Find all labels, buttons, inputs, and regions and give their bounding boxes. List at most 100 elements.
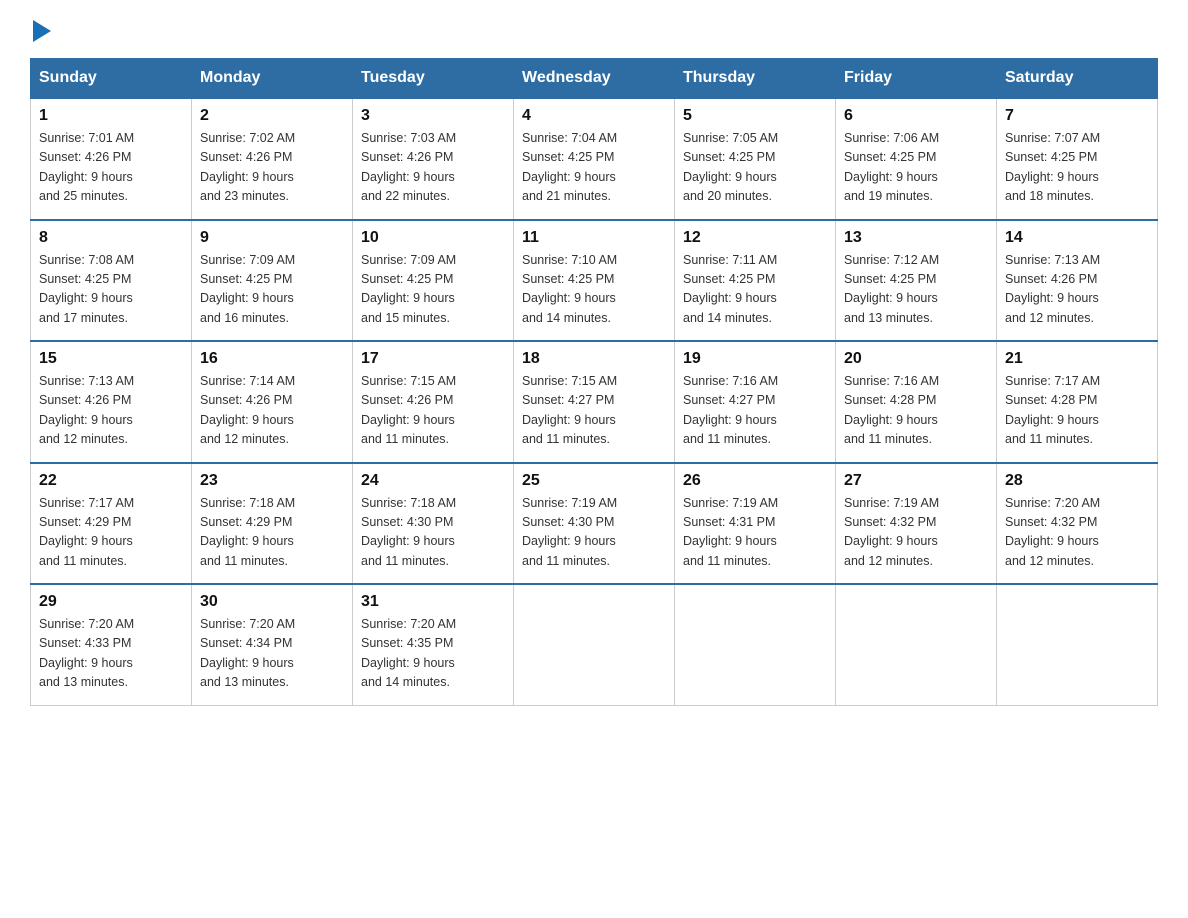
empty-cell — [997, 584, 1158, 705]
day-number: 8 — [39, 229, 183, 247]
day-cell-21: 21 Sunrise: 7:17 AM Sunset: 4:28 PM Dayl… — [997, 341, 1158, 463]
page-header — [30, 20, 1158, 40]
calendar-table: SundayMondayTuesdayWednesdayThursdayFrid… — [30, 58, 1158, 706]
day-cell-24: 24 Sunrise: 7:18 AM Sunset: 4:30 PM Dayl… — [353, 463, 514, 585]
day-number: 3 — [361, 107, 505, 125]
day-info: Sunrise: 7:20 AM Sunset: 4:32 PM Dayligh… — [1005, 494, 1149, 572]
logo-arrow-icon — [33, 20, 55, 42]
week-row-1: 1 Sunrise: 7:01 AM Sunset: 4:26 PM Dayli… — [31, 98, 1158, 220]
weekday-header-row: SundayMondayTuesdayWednesdayThursdayFrid… — [31, 59, 1158, 99]
weekday-header-monday: Monday — [192, 59, 353, 99]
day-number: 7 — [1005, 107, 1149, 125]
day-cell-31: 31 Sunrise: 7:20 AM Sunset: 4:35 PM Dayl… — [353, 584, 514, 705]
day-number: 19 — [683, 350, 827, 368]
day-number: 10 — [361, 229, 505, 247]
day-number: 9 — [200, 229, 344, 247]
weekday-header-tuesday: Tuesday — [353, 59, 514, 99]
day-cell-16: 16 Sunrise: 7:14 AM Sunset: 4:26 PM Dayl… — [192, 341, 353, 463]
day-number: 13 — [844, 229, 988, 247]
day-number: 2 — [200, 107, 344, 125]
day-cell-14: 14 Sunrise: 7:13 AM Sunset: 4:26 PM Dayl… — [997, 220, 1158, 342]
day-info: Sunrise: 7:07 AM Sunset: 4:25 PM Dayligh… — [1005, 129, 1149, 207]
weekday-header-friday: Friday — [836, 59, 997, 99]
day-number: 25 — [522, 472, 666, 490]
week-row-3: 15 Sunrise: 7:13 AM Sunset: 4:26 PM Dayl… — [31, 341, 1158, 463]
day-info: Sunrise: 7:19 AM Sunset: 4:30 PM Dayligh… — [522, 494, 666, 572]
day-cell-3: 3 Sunrise: 7:03 AM Sunset: 4:26 PM Dayli… — [353, 98, 514, 220]
day-info: Sunrise: 7:20 AM Sunset: 4:33 PM Dayligh… — [39, 615, 183, 693]
day-cell-5: 5 Sunrise: 7:05 AM Sunset: 4:25 PM Dayli… — [675, 98, 836, 220]
day-info: Sunrise: 7:11 AM Sunset: 4:25 PM Dayligh… — [683, 251, 827, 329]
empty-cell — [514, 584, 675, 705]
week-row-5: 29 Sunrise: 7:20 AM Sunset: 4:33 PM Dayl… — [31, 584, 1158, 705]
logo — [30, 20, 55, 40]
day-info: Sunrise: 7:18 AM Sunset: 4:29 PM Dayligh… — [200, 494, 344, 572]
week-row-4: 22 Sunrise: 7:17 AM Sunset: 4:29 PM Dayl… — [31, 463, 1158, 585]
day-cell-23: 23 Sunrise: 7:18 AM Sunset: 4:29 PM Dayl… — [192, 463, 353, 585]
day-cell-13: 13 Sunrise: 7:12 AM Sunset: 4:25 PM Dayl… — [836, 220, 997, 342]
day-info: Sunrise: 7:12 AM Sunset: 4:25 PM Dayligh… — [844, 251, 988, 329]
day-info: Sunrise: 7:16 AM Sunset: 4:28 PM Dayligh… — [844, 372, 988, 450]
day-info: Sunrise: 7:20 AM Sunset: 4:34 PM Dayligh… — [200, 615, 344, 693]
day-info: Sunrise: 7:18 AM Sunset: 4:30 PM Dayligh… — [361, 494, 505, 572]
day-info: Sunrise: 7:02 AM Sunset: 4:26 PM Dayligh… — [200, 129, 344, 207]
empty-cell — [836, 584, 997, 705]
day-cell-18: 18 Sunrise: 7:15 AM Sunset: 4:27 PM Dayl… — [514, 341, 675, 463]
day-info: Sunrise: 7:15 AM Sunset: 4:27 PM Dayligh… — [522, 372, 666, 450]
day-number: 4 — [522, 107, 666, 125]
day-number: 28 — [1005, 472, 1149, 490]
day-number: 1 — [39, 107, 183, 125]
day-number: 5 — [683, 107, 827, 125]
day-number: 17 — [361, 350, 505, 368]
day-number: 29 — [39, 593, 183, 611]
day-cell-9: 9 Sunrise: 7:09 AM Sunset: 4:25 PM Dayli… — [192, 220, 353, 342]
day-cell-6: 6 Sunrise: 7:06 AM Sunset: 4:25 PM Dayli… — [836, 98, 997, 220]
day-number: 26 — [683, 472, 827, 490]
day-number: 16 — [200, 350, 344, 368]
day-cell-25: 25 Sunrise: 7:19 AM Sunset: 4:30 PM Dayl… — [514, 463, 675, 585]
day-number: 18 — [522, 350, 666, 368]
day-cell-1: 1 Sunrise: 7:01 AM Sunset: 4:26 PM Dayli… — [31, 98, 192, 220]
day-number: 23 — [200, 472, 344, 490]
day-info: Sunrise: 7:20 AM Sunset: 4:35 PM Dayligh… — [361, 615, 505, 693]
day-cell-27: 27 Sunrise: 7:19 AM Sunset: 4:32 PM Dayl… — [836, 463, 997, 585]
day-info: Sunrise: 7:13 AM Sunset: 4:26 PM Dayligh… — [1005, 251, 1149, 329]
day-cell-19: 19 Sunrise: 7:16 AM Sunset: 4:27 PM Dayl… — [675, 341, 836, 463]
day-number: 21 — [1005, 350, 1149, 368]
day-info: Sunrise: 7:06 AM Sunset: 4:25 PM Dayligh… — [844, 129, 988, 207]
day-cell-29: 29 Sunrise: 7:20 AM Sunset: 4:33 PM Dayl… — [31, 584, 192, 705]
day-number: 24 — [361, 472, 505, 490]
day-info: Sunrise: 7:01 AM Sunset: 4:26 PM Dayligh… — [39, 129, 183, 207]
day-number: 22 — [39, 472, 183, 490]
day-info: Sunrise: 7:04 AM Sunset: 4:25 PM Dayligh… — [522, 129, 666, 207]
day-cell-2: 2 Sunrise: 7:02 AM Sunset: 4:26 PM Dayli… — [192, 98, 353, 220]
day-info: Sunrise: 7:16 AM Sunset: 4:27 PM Dayligh… — [683, 372, 827, 450]
weekday-header-thursday: Thursday — [675, 59, 836, 99]
day-info: Sunrise: 7:13 AM Sunset: 4:26 PM Dayligh… — [39, 372, 183, 450]
day-info: Sunrise: 7:19 AM Sunset: 4:31 PM Dayligh… — [683, 494, 827, 572]
day-info: Sunrise: 7:17 AM Sunset: 4:28 PM Dayligh… — [1005, 372, 1149, 450]
day-cell-20: 20 Sunrise: 7:16 AM Sunset: 4:28 PM Dayl… — [836, 341, 997, 463]
day-number: 14 — [1005, 229, 1149, 247]
week-row-2: 8 Sunrise: 7:08 AM Sunset: 4:25 PM Dayli… — [31, 220, 1158, 342]
day-cell-26: 26 Sunrise: 7:19 AM Sunset: 4:31 PM Dayl… — [675, 463, 836, 585]
day-cell-7: 7 Sunrise: 7:07 AM Sunset: 4:25 PM Dayli… — [997, 98, 1158, 220]
day-info: Sunrise: 7:17 AM Sunset: 4:29 PM Dayligh… — [39, 494, 183, 572]
day-cell-10: 10 Sunrise: 7:09 AM Sunset: 4:25 PM Dayl… — [353, 220, 514, 342]
day-info: Sunrise: 7:09 AM Sunset: 4:25 PM Dayligh… — [361, 251, 505, 329]
empty-cell — [675, 584, 836, 705]
day-info: Sunrise: 7:10 AM Sunset: 4:25 PM Dayligh… — [522, 251, 666, 329]
day-cell-17: 17 Sunrise: 7:15 AM Sunset: 4:26 PM Dayl… — [353, 341, 514, 463]
weekday-header-wednesday: Wednesday — [514, 59, 675, 99]
weekday-header-sunday: Sunday — [31, 59, 192, 99]
day-cell-11: 11 Sunrise: 7:10 AM Sunset: 4:25 PM Dayl… — [514, 220, 675, 342]
day-number: 31 — [361, 593, 505, 611]
day-info: Sunrise: 7:15 AM Sunset: 4:26 PM Dayligh… — [361, 372, 505, 450]
day-number: 6 — [844, 107, 988, 125]
day-cell-30: 30 Sunrise: 7:20 AM Sunset: 4:34 PM Dayl… — [192, 584, 353, 705]
day-info: Sunrise: 7:03 AM Sunset: 4:26 PM Dayligh… — [361, 129, 505, 207]
day-cell-22: 22 Sunrise: 7:17 AM Sunset: 4:29 PM Dayl… — [31, 463, 192, 585]
day-info: Sunrise: 7:05 AM Sunset: 4:25 PM Dayligh… — [683, 129, 827, 207]
day-cell-12: 12 Sunrise: 7:11 AM Sunset: 4:25 PM Dayl… — [675, 220, 836, 342]
day-info: Sunrise: 7:19 AM Sunset: 4:32 PM Dayligh… — [844, 494, 988, 572]
